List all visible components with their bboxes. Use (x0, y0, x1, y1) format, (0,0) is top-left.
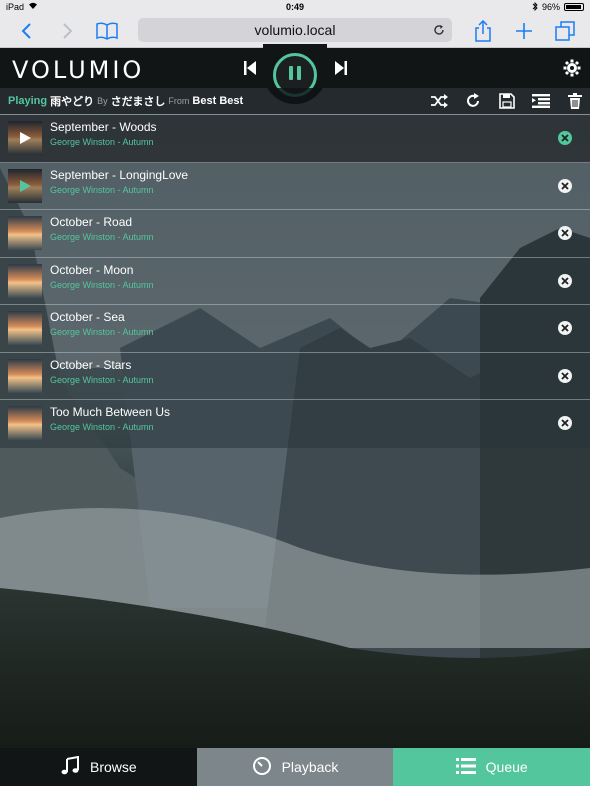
repeat-icon[interactable] (464, 92, 482, 110)
bottom-tab-bar: Browse Playback Queue (0, 748, 590, 786)
now-playing-artist: さだまさし (110, 96, 166, 108)
queue-item-subtitle: George Winston - Autumn (50, 137, 154, 147)
clock-icon (252, 756, 272, 779)
wifi-icon (28, 2, 38, 12)
queue-item[interactable]: September - Woods George Winston - Autum… (0, 115, 590, 163)
play-icon (8, 121, 42, 155)
queue-item[interactable]: October - Sea George Winston - Autumn (0, 305, 590, 353)
back-icon[interactable] (14, 18, 40, 44)
album-thumbnail (8, 216, 42, 250)
status-bar: iPad 0:49 96% (0, 0, 590, 14)
now-playing-title: 雨やどり (50, 96, 95, 108)
add-to-playlist-icon[interactable] (532, 92, 550, 110)
album-thumbnail (8, 121, 42, 155)
volumio-logo[interactable]: VOLUMIO (12, 56, 144, 84)
share-icon[interactable] (470, 18, 496, 44)
queue-item-title: October - Road (50, 215, 133, 229)
new-tab-icon[interactable] (511, 18, 537, 44)
queue-item-title: September - Woods (50, 120, 157, 134)
queue-item-subtitle: George Winston - Autumn (50, 232, 154, 242)
queue-item-subtitle: George Winston - Autumn (50, 279, 154, 290)
queue-item[interactable]: October - Stars George Winston - Autumn (0, 352, 590, 400)
queue-actions (430, 92, 584, 110)
queue-item-subtitle: George Winston - Autumn (50, 327, 154, 337)
queue-item[interactable]: Too Much Between Us George Winston - Aut… (0, 400, 590, 448)
queue-item-title: October - Moon (50, 262, 134, 277)
bookmarks-icon[interactable] (94, 18, 120, 44)
shuffle-icon[interactable] (430, 92, 448, 110)
tab-queue[interactable]: Queue (393, 748, 590, 786)
play-icon (8, 168, 42, 203)
album-thumbnail (8, 263, 42, 298)
queue-item-subtitle: George Winston - Autumn (50, 422, 154, 432)
remove-icon[interactable] (558, 273, 572, 288)
album-thumbnail (8, 311, 42, 345)
queue-item[interactable]: September - LongingLove George Winston -… (0, 162, 590, 210)
device-name: iPad (6, 2, 25, 12)
album-thumbnail (8, 406, 42, 440)
remove-icon[interactable] (558, 416, 572, 430)
status-left: iPad (6, 2, 38, 12)
tab-playback[interactable]: Playback (196, 748, 394, 786)
now-playing-album: Best Best (192, 95, 244, 107)
previous-icon[interactable] (240, 58, 260, 78)
queue-item-subtitle: George Winston - Autumn (50, 374, 154, 385)
reload-icon[interactable] (432, 23, 446, 37)
bluetooth-icon (532, 1, 538, 13)
remove-icon[interactable] (558, 368, 572, 383)
list-icon (455, 757, 476, 778)
playing-label: Playing (8, 95, 48, 107)
address-bar[interactable]: volumio.local (138, 18, 452, 42)
tabs-icon[interactable] (552, 18, 578, 44)
queue-item[interactable]: October - Road George Winston - Autumn (0, 210, 590, 258)
queue-item-title: October - Sea (50, 310, 125, 324)
remove-icon[interactable] (558, 321, 572, 335)
tab-queue-label: Queue (485, 759, 528, 775)
queue-item-title: October - Stars (50, 357, 132, 372)
now-playing-bar: Playing 雨やどり By さだまさし From Best Best (0, 88, 590, 114)
remove-icon[interactable] (558, 131, 572, 145)
queue-item-subtitle: George Winston - Autumn (50, 184, 154, 195)
save-icon[interactable] (498, 92, 516, 110)
battery-icon (564, 3, 584, 11)
battery-percent: 96% (541, 2, 560, 12)
status-right: 96% (532, 1, 584, 13)
queue-list: September - Woods George Winston - Autum… (0, 115, 590, 448)
queue-item[interactable]: October - Moon George Winston - Autumn (0, 257, 590, 305)
album-thumbnail (8, 168, 42, 203)
url-text: volumio.local (254, 22, 336, 38)
settings-icon[interactable] (562, 58, 582, 78)
by-label: By (97, 96, 108, 106)
queue-item-title: Too Much Between Us (50, 405, 171, 419)
music-note-icon (60, 755, 80, 779)
album-thumbnail (8, 358, 42, 393)
browser-toolbar: volumio.local (0, 14, 590, 48)
remove-icon[interactable] (558, 178, 572, 193)
tab-browse-label: Browse (89, 759, 137, 775)
clear-queue-icon[interactable] (566, 92, 584, 110)
forward-icon[interactable] (54, 18, 80, 44)
next-icon[interactable] (331, 58, 351, 78)
tab-playback-label: Playback (281, 759, 339, 775)
remove-icon[interactable] (558, 226, 572, 240)
queue-item-title: September - LongingLove (50, 167, 189, 182)
tab-browse[interactable]: Browse (0, 748, 197, 786)
from-label: From (168, 96, 190, 106)
status-time: 0:49 (285, 2, 304, 12)
pause-icon (288, 65, 302, 86)
